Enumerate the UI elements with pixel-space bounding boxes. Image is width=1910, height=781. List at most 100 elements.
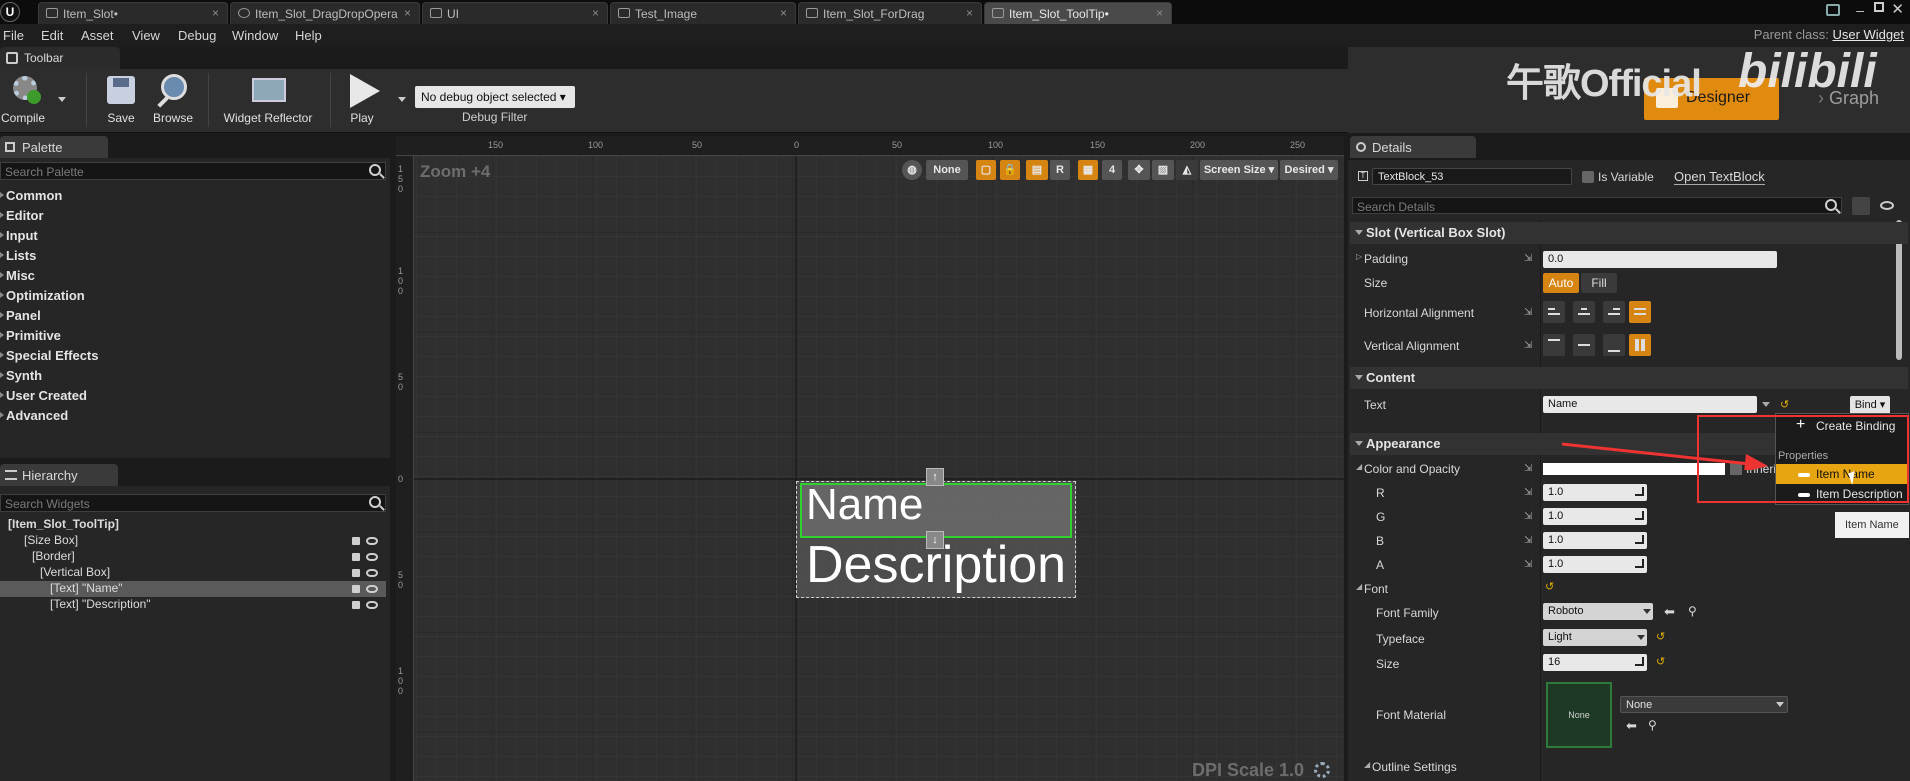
reset-to-default-icon[interactable]: ↺ (1780, 400, 1790, 411)
content-section-header[interactable]: Content (1350, 367, 1908, 389)
reset-to-default-icon[interactable]: ↺ (1656, 657, 1666, 668)
compile-options-chevron-icon[interactable] (58, 97, 66, 102)
palette-category-misc[interactable]: Misc (0, 268, 35, 283)
lock-icon[interactable] (352, 553, 360, 561)
hierarchy-tab[interactable]: Hierarchy (0, 464, 118, 486)
spin-icon[interactable] (1635, 487, 1644, 496)
slot-section-header[interactable]: Slot (Vertical Box Slot) (1350, 222, 1908, 244)
spin-icon[interactable] (1635, 535, 1644, 544)
pin-icon[interactable]: ⇲ (1524, 559, 1532, 570)
none-button[interactable]: None (926, 160, 968, 180)
debug-object-select[interactable]: No debug object selected ▾ (415, 86, 575, 108)
details-tab[interactable]: Details (1350, 136, 1476, 158)
g-input[interactable]: 1.0 (1543, 508, 1647, 525)
r-toggle-button[interactable]: R (1050, 160, 1070, 180)
bind-dropdown-button[interactable]: Bind ▾ (1850, 396, 1890, 414)
pin-icon[interactable]: ⇲ (1524, 535, 1532, 546)
maximize-icon[interactable] (1874, 2, 1884, 12)
lock-icon[interactable] (352, 537, 360, 545)
browse-asset-search-icon[interactable]: ⚲ (1688, 604, 1697, 618)
collapse-arrow-icon[interactable]: ◢ (1356, 462, 1362, 471)
open-textblock-link[interactable]: Open TextBlock (1674, 169, 1765, 185)
collapse-arrow-icon[interactable]: ◢ (1364, 760, 1370, 769)
pin-icon[interactable]: ⇲ (1524, 463, 1532, 474)
tab-item-slot-tooltip[interactable]: Item_Slot_ToolTip• × (984, 2, 1172, 24)
palette-category-special-effects[interactable]: Special Effects (0, 348, 99, 363)
font-size-input[interactable]: 16 (1543, 654, 1647, 671)
spin-icon[interactable] (1635, 511, 1644, 520)
desired-size-dropdown[interactable]: Desired ▾ (1280, 160, 1338, 180)
tree-item-root[interactable]: [Item_Slot_ToolTip] (0, 517, 386, 533)
layout-toggle-icon[interactable]: ▤ (1026, 160, 1048, 180)
widget-name-input[interactable]: TextBlock_53 (1372, 168, 1572, 185)
screen-size-dropdown[interactable]: Screen Size ▾ (1200, 160, 1278, 180)
grid-snap-icon[interactable]: ▦ (1078, 160, 1098, 180)
move-tool-icon[interactable]: ✥ (1128, 160, 1150, 180)
font-material-dropdown[interactable]: None (1620, 696, 1788, 713)
reset-to-default-icon[interactable]: ↺ (1545, 582, 1555, 593)
menu-asset[interactable]: Asset (81, 28, 114, 43)
lock-toggle-icon[interactable]: 🔒 (1000, 160, 1020, 180)
dpi-settings-gear-icon[interactable] (1314, 762, 1330, 778)
tab-ui[interactable]: UI × (422, 2, 608, 24)
source-control-icon[interactable] (1826, 4, 1840, 16)
tab-item-slot[interactable]: Item_Slot• × (38, 2, 228, 24)
close-icon[interactable]: × (592, 6, 599, 20)
palette-category-editor[interactable]: Editor (0, 208, 44, 223)
parent-class-link[interactable]: User Widget (1832, 27, 1904, 42)
use-selected-arrow-icon[interactable]: ⬅ (1626, 718, 1637, 734)
compile-button[interactable]: Compile (0, 72, 46, 125)
pin-icon[interactable]: ⇲ (1524, 307, 1532, 318)
palette-category-primitive[interactable]: Primitive (0, 328, 61, 343)
palette-category-panel[interactable]: Panel (0, 308, 41, 323)
palette-search-input[interactable]: Search Palette (0, 162, 386, 180)
palette-category-optimization[interactable]: Optimization (0, 288, 85, 303)
size-auto-button[interactable]: Auto (1543, 273, 1579, 293)
palette-category-advanced[interactable]: Advanced (0, 408, 68, 423)
valign-bottom-icon[interactable] (1603, 334, 1625, 356)
material-thumbnail[interactable]: None (1546, 682, 1612, 748)
close-icon[interactable]: × (404, 6, 411, 20)
eye-icon[interactable] (366, 537, 378, 545)
designer-viewport[interactable] (396, 136, 1344, 781)
property-matrix-icon[interactable] (1852, 197, 1870, 215)
r-input[interactable]: 1.0 (1543, 484, 1647, 501)
palette-category-user-created[interactable]: User Created (0, 388, 87, 403)
menu-view[interactable]: View (132, 28, 160, 43)
image-preview-icon[interactable]: ▨ (1152, 160, 1174, 180)
halign-right-icon[interactable] (1603, 301, 1625, 323)
eye-icon[interactable] (366, 569, 378, 577)
menu-edit[interactable]: Edit (41, 28, 63, 43)
browse-asset-search-icon[interactable]: ⚲ (1648, 718, 1657, 732)
browse-button[interactable]: Browse (150, 72, 196, 125)
widget-reflector-button[interactable]: Widget Reflector (222, 72, 314, 125)
visibility-filter-eye-icon[interactable] (1880, 201, 1894, 210)
lock-icon[interactable] (352, 569, 360, 577)
menu-help[interactable]: Help (295, 28, 322, 43)
menu-debug[interactable]: Debug (178, 28, 216, 43)
halign-fill-icon[interactable] (1629, 301, 1651, 323)
hierarchy-search-input[interactable]: Search Widgets (0, 494, 386, 512)
valign-fill-icon[interactable] (1629, 334, 1651, 356)
tab-item-slot-fordrag[interactable]: Item_Slot_ForDrag × (798, 2, 982, 24)
tree-item-text-name[interactable]: [Text] "Name" (0, 581, 386, 597)
select-mode-icon[interactable]: ▢ (976, 160, 996, 180)
size-fill-button[interactable]: Fill (1581, 273, 1617, 293)
resize-handle-bottom-icon[interactable]: ↓ (926, 531, 944, 549)
halign-center-icon[interactable] (1573, 301, 1595, 323)
close-window-icon[interactable]: ✕ (1891, 0, 1904, 18)
padding-input[interactable]: 0.0 (1543, 251, 1777, 268)
resize-handle-top-icon[interactable]: ↑ (926, 468, 944, 486)
menu-window[interactable]: Window (232, 28, 278, 43)
play-options-chevron-icon[interactable] (398, 97, 406, 102)
text-options-chevron-icon[interactable] (1762, 402, 1770, 407)
palette-category-input[interactable]: Input (0, 228, 38, 243)
close-icon[interactable]: × (966, 6, 973, 20)
save-button[interactable]: Save (100, 72, 142, 125)
valign-top-icon[interactable] (1543, 334, 1565, 356)
tree-item-border[interactable]: [Border] (0, 549, 386, 565)
menu-file[interactable]: File (3, 28, 24, 43)
halign-left-icon[interactable] (1543, 301, 1565, 323)
close-icon[interactable]: × (780, 6, 787, 20)
tree-item-text-description[interactable]: [Text] "Description" (0, 597, 386, 613)
